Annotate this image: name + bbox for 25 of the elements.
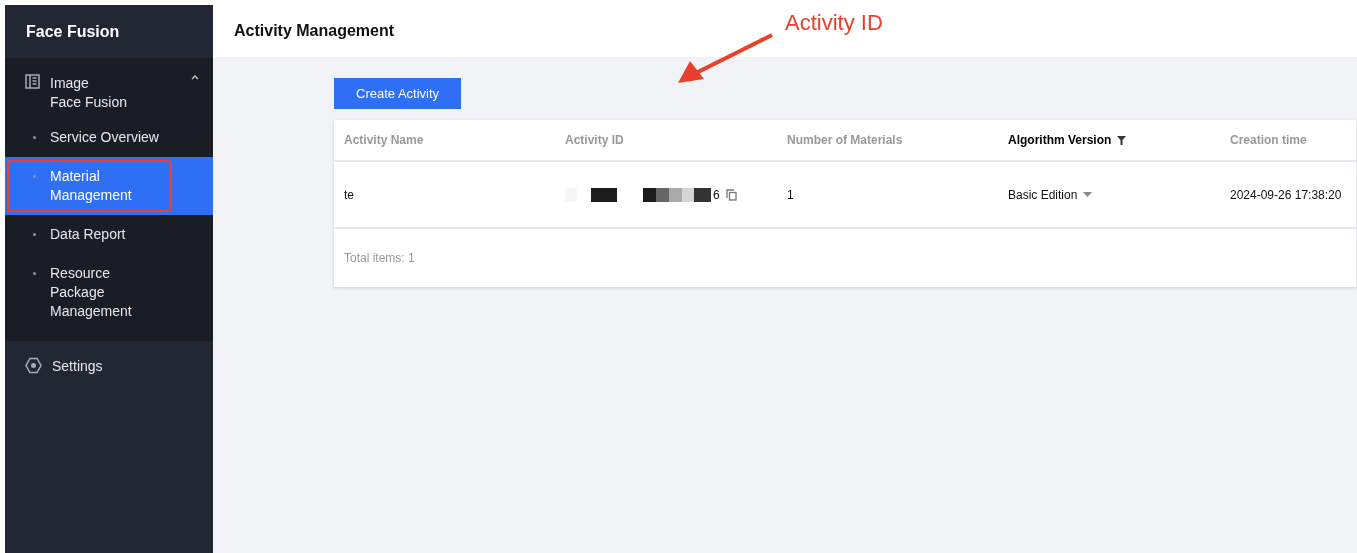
table-cell: 6: [713, 187, 720, 202]
create-button[interactable]: Create Activity: [334, 78, 462, 109]
column-header: Activity Name: [344, 133, 425, 147]
copy-icon[interactable]: [725, 188, 737, 201]
caret-icon: [1083, 192, 1093, 197]
column-header: Number of Materials: [787, 133, 904, 147]
menu-item[interactable]: Data Report: [5, 215, 213, 254]
app-title: Face Fusion: [25, 21, 121, 42]
menu-item[interactable]: Resource Package Management: [5, 254, 213, 331]
menu-item[interactable]: Material Management: [5, 157, 213, 215]
annotation-label: Activity ID: [785, 10, 883, 36]
table-cell-text: 1: [787, 187, 795, 202]
settings-icon: [25, 357, 42, 374]
column-header[interactable]: Algorithm Version: [1008, 133, 1230, 147]
total-count: Total items: 1: [344, 251, 415, 265]
table-cell-text: 2024-09-26 17:38:20: [1230, 187, 1343, 202]
table-cell-text: te: [344, 187, 355, 202]
filter-icon[interactable]: [1117, 135, 1127, 145]
menu-group[interactable]: Settings: [5, 341, 213, 382]
version-dropdown[interactable]: Basic Edition: [1008, 187, 1230, 202]
column-header: Activity ID: [565, 133, 625, 147]
menu-group[interactable]: Image Face Fusion: [5, 58, 213, 118]
book-icon: [25, 74, 40, 89]
column-header: Creation time: [1230, 133, 1308, 147]
menu-item[interactable]: Service Overview: [5, 118, 213, 157]
